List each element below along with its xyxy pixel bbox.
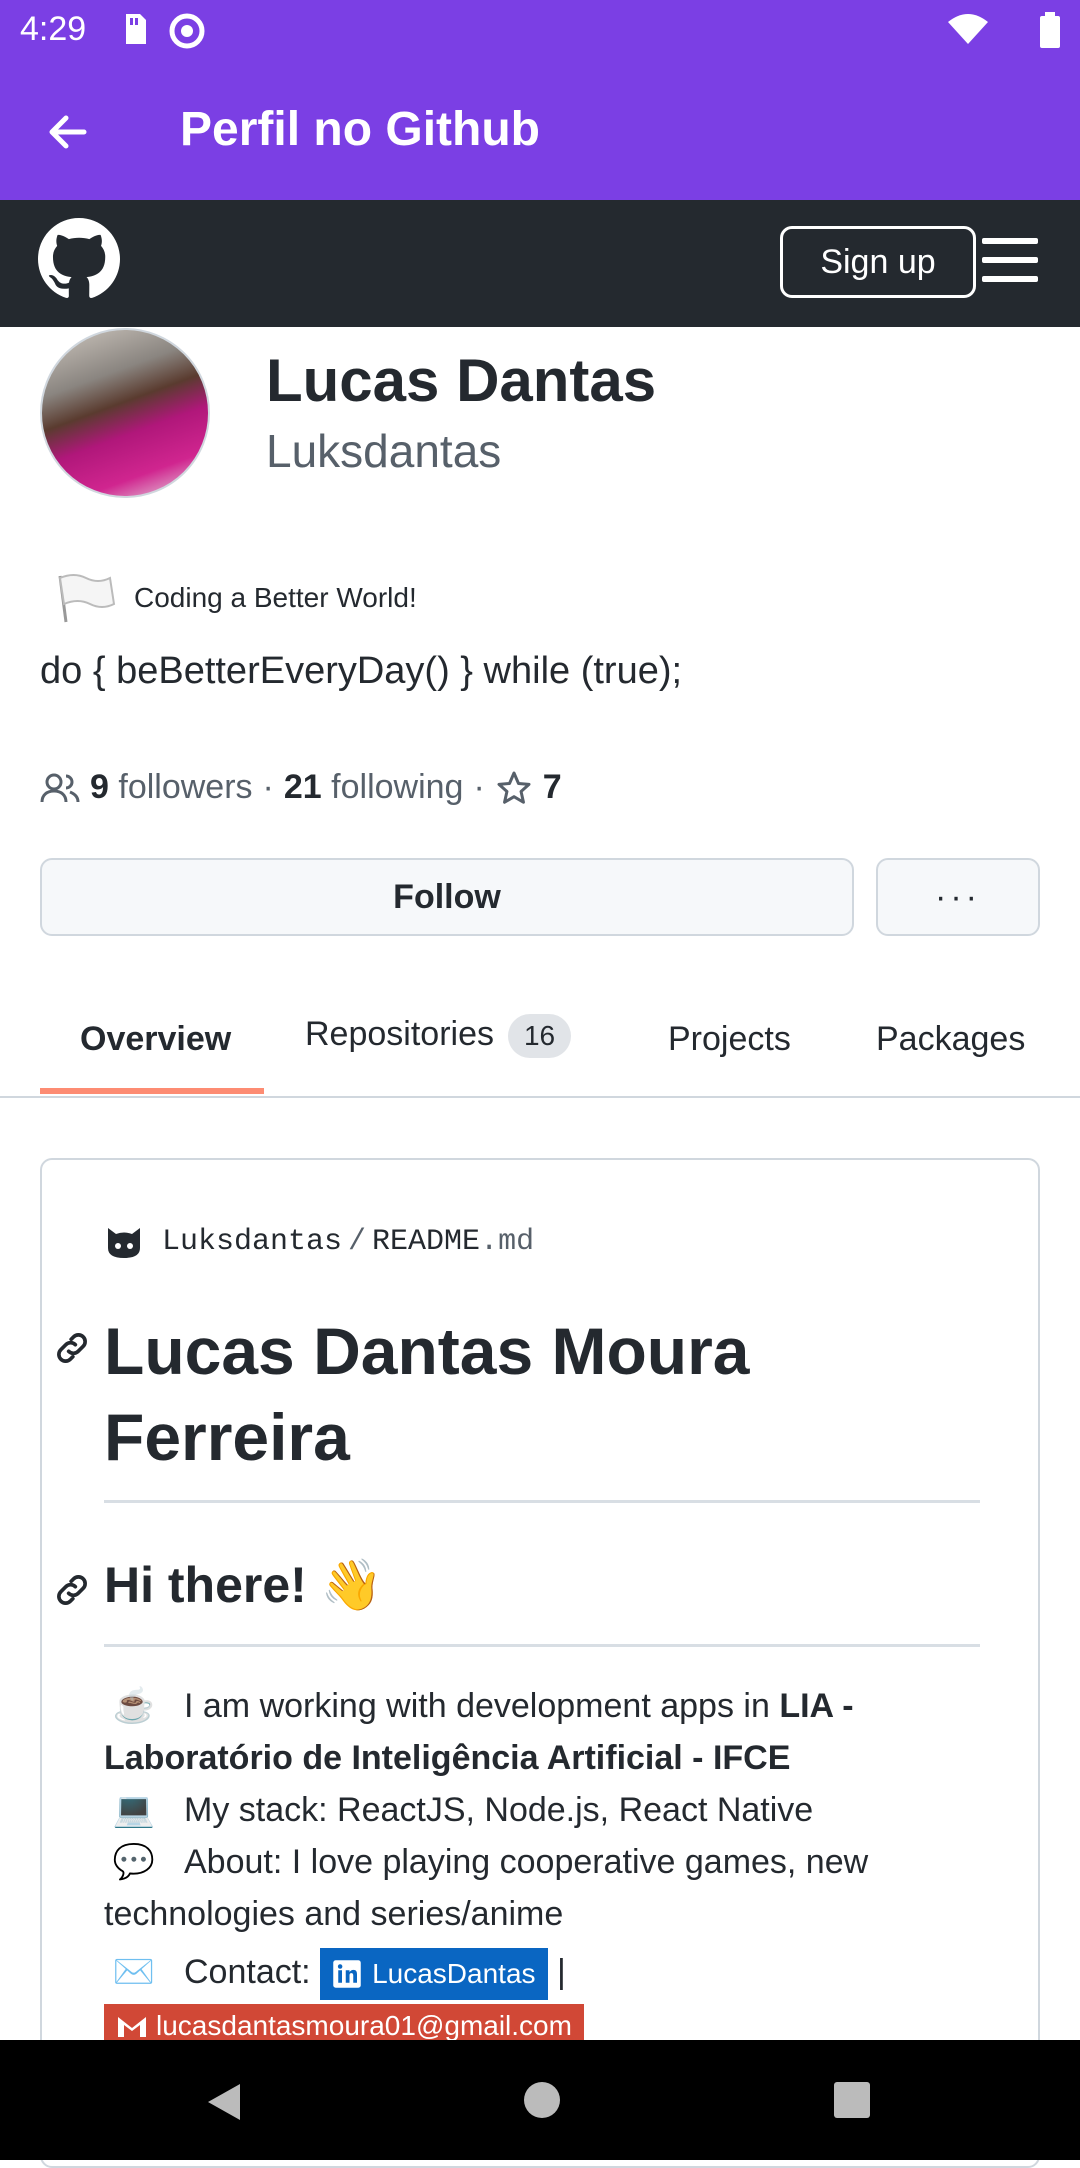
star-icon: [497, 771, 531, 804]
user-status: Coding a Better World!: [40, 568, 417, 628]
tab-packages[interactable]: Packages: [876, 1020, 1025, 1059]
readme-header: Luksdantas / README .md: [104, 1222, 534, 1262]
stars-count[interactable]: 7: [543, 768, 562, 807]
wifi-icon: [948, 14, 988, 44]
status-bar: 4:29: [0, 0, 1080, 62]
laptop-icon: 💻: [112, 1791, 156, 1829]
gmail-icon: [118, 2017, 146, 2038]
follow-button[interactable]: Follow: [40, 858, 854, 936]
nav-home-icon[interactable]: [520, 2078, 564, 2122]
github-logo-icon[interactable]: [38, 218, 120, 300]
readme-filename: README: [372, 1225, 481, 1259]
app-bar: Perfil no Github: [0, 62, 1080, 200]
back-arrow-icon[interactable]: [40, 102, 100, 162]
divider: [104, 1644, 980, 1647]
anchor-link-icon[interactable]: [52, 1570, 92, 1610]
battery-icon: [1040, 12, 1060, 48]
repositories-count-badge: 16: [507, 1014, 572, 1058]
profile-name: Lucas Dantas: [266, 347, 657, 414]
readme-owner[interactable]: Luksdantas: [162, 1225, 342, 1259]
octocat-icon: [108, 1228, 140, 1258]
readme-card: Luksdantas / README .md Lucas Dantas Mour…: [40, 1158, 1040, 2168]
readme-body: ☕ I am working with development apps in L…: [104, 1680, 984, 2054]
hamburger-menu-icon[interactable]: [982, 238, 1038, 288]
github-header: Sign up: [0, 200, 1080, 327]
divider: [104, 1500, 980, 1503]
linkedin-badge[interactable]: LucasDantas: [320, 1948, 548, 2001]
readme-greeting: Hi there! 👋: [104, 1557, 383, 1613]
sd-card-icon: [126, 14, 146, 44]
contact-line: ✉️ Contact: LucasDantas |: [104, 1946, 984, 2001]
sync-icon: [169, 13, 205, 49]
avatar[interactable]: [40, 328, 210, 498]
linkedin-icon: [333, 1960, 361, 1988]
anchor-link-icon[interactable]: [52, 1328, 92, 1368]
tab-projects[interactable]: Projects: [668, 1020, 791, 1059]
tab-repositories[interactable]: Repositories 16: [305, 1014, 572, 1058]
about-line: 💬 About: I love playing cooperative games…: [104, 1836, 984, 1940]
status-text: Coding a Better World!: [134, 582, 417, 613]
separator: |: [556, 1953, 566, 1991]
bio: do { beBetterEveryDay() } while (true);: [40, 650, 683, 692]
nav-recents-icon[interactable]: [832, 2080, 872, 2120]
people-icon: [40, 773, 80, 802]
work-line: ☕ I am working with development apps in L…: [104, 1680, 984, 1784]
sign-up-button[interactable]: Sign up: [780, 226, 976, 298]
flag-icon: [58, 574, 116, 623]
profile-tabs: Overview Repositories 16 Projects Package…: [0, 1010, 1080, 1098]
system-nav-bar: [0, 2040, 1080, 2160]
path-separator: /: [348, 1225, 367, 1259]
coffee-icon: ☕: [112, 1687, 156, 1725]
tab-overview[interactable]: Overview: [80, 1020, 231, 1059]
following-link[interactable]: 21 following: [284, 768, 464, 807]
profile-stats: 9 followers · 21 following · 7: [40, 768, 562, 807]
profile-login: Luksdantas: [266, 425, 502, 477]
stack-line: 💻 My stack: ReactJS, Node.js, React Nativ…: [104, 1784, 984, 1836]
status-time: 4:29: [20, 10, 87, 48]
nav-back-icon[interactable]: [200, 2078, 248, 2126]
active-tab-indicator: [40, 1088, 264, 1094]
readme-extension: .md: [480, 1225, 535, 1259]
speech-bubble-icon: 💬: [112, 1843, 156, 1881]
followers-link[interactable]: 9 followers: [90, 768, 253, 807]
more-options-button[interactable]: ···: [876, 858, 1040, 936]
envelope-icon: ✉️: [112, 1953, 156, 1991]
readme-title: Lucas Dantas Moura Ferreira: [104, 1314, 750, 1474]
app-title: Perfil no Github: [180, 103, 540, 156]
